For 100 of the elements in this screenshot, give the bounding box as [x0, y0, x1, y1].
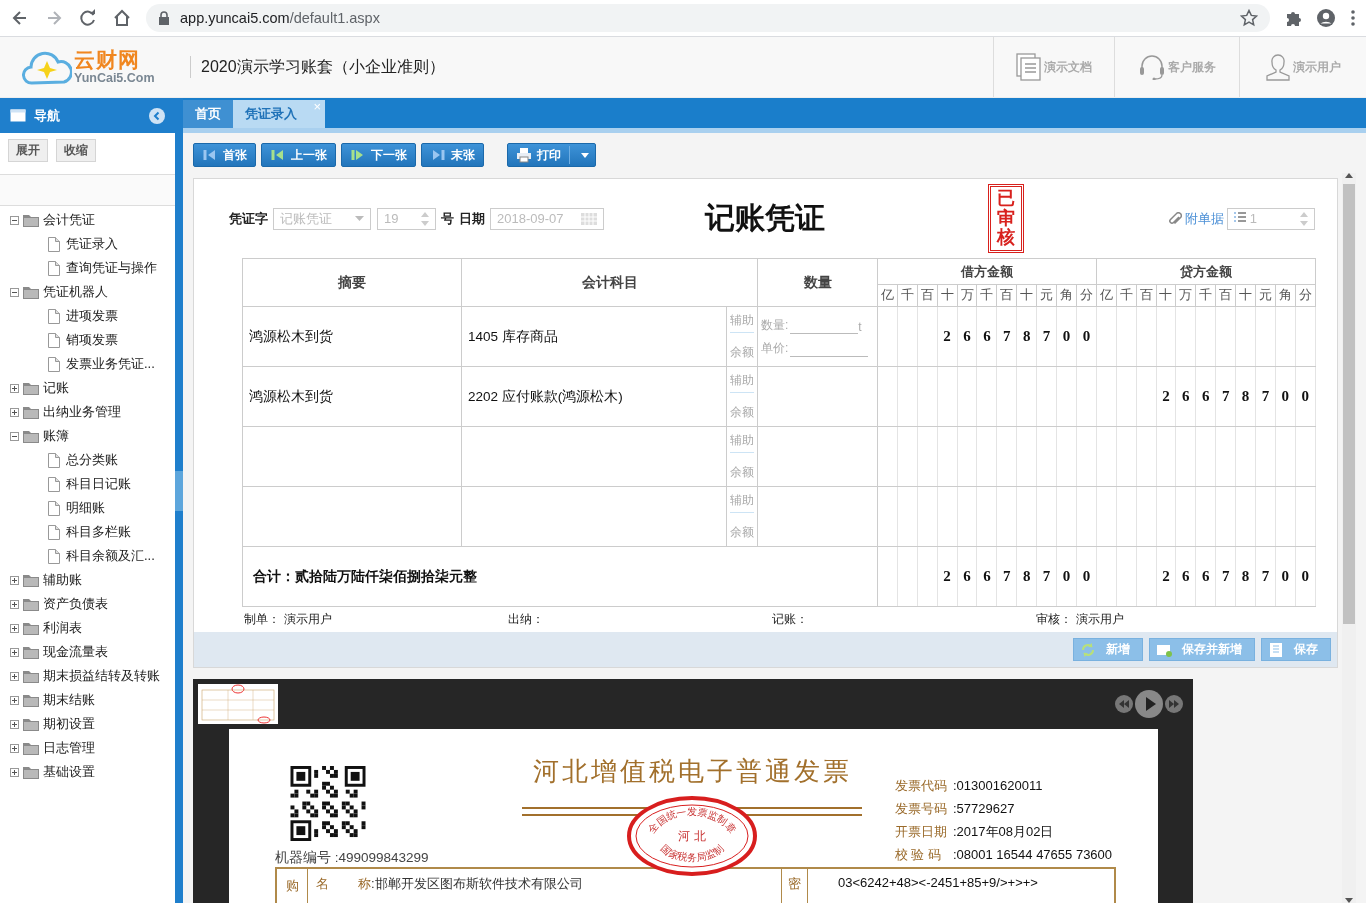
- tree-item[interactable]: 记账: [43, 379, 69, 397]
- tree-item[interactable]: 科目余额及汇...: [66, 547, 155, 565]
- amount-digit: 2: [1156, 366, 1176, 427]
- page-icon: [48, 548, 60, 564]
- page-icon: [48, 236, 60, 252]
- splitter-handle[interactable]: [175, 470, 183, 511]
- calendar-icon: [581, 212, 597, 225]
- tree-item[interactable]: 明细账: [66, 499, 105, 517]
- buyer-side-label: 购: [277, 869, 308, 903]
- tree-item[interactable]: 期初设置: [43, 715, 95, 733]
- invoice-field-value: :2017年08月02日: [953, 822, 1054, 841]
- toolbar-button[interactable]: 上一张: [261, 143, 336, 167]
- expand-node-icon[interactable]: [10, 647, 19, 657]
- expand-node-icon[interactable]: [10, 671, 19, 681]
- collapse-node-icon[interactable]: [10, 431, 19, 441]
- invoice-field-label: 发票代码: [895, 776, 948, 795]
- tree-item[interactable]: 利润表: [43, 619, 82, 637]
- signature-label: 出纳：: [508, 612, 544, 626]
- account-title: 2020演示学习账套（小企业准则）: [201, 56, 445, 77]
- profile-icon[interactable]: [1316, 8, 1336, 28]
- home-icon[interactable]: [112, 8, 132, 28]
- invoice-field-label: 校 验 码: [895, 845, 942, 864]
- tree-item[interactable]: 日志管理: [43, 739, 95, 757]
- folder-icon: [23, 573, 39, 587]
- amount-digit: 0: [1076, 306, 1097, 367]
- play-icon[interactable]: [1135, 690, 1163, 718]
- folder-icon: [23, 429, 39, 443]
- toolbar-button[interactable]: 下一张: [341, 143, 416, 167]
- tree-item[interactable]: 辅助账: [43, 571, 82, 589]
- reload-icon[interactable]: [78, 8, 98, 28]
- toolbar-button[interactable]: 首张: [193, 143, 256, 167]
- tree-item[interactable]: 基础设置: [43, 763, 95, 781]
- tree-item[interactable]: 进项发票: [66, 307, 118, 325]
- tree-item[interactable]: 出纳业务管理: [43, 403, 121, 421]
- expand-node-icon[interactable]: [10, 695, 19, 705]
- amount-digit: 8: [1016, 306, 1037, 367]
- unit-header: 分: [1295, 284, 1316, 307]
- scrollbar-thumb[interactable]: [1343, 184, 1355, 624]
- page-icon: [48, 476, 60, 492]
- tree-item[interactable]: 科目多栏账: [66, 523, 131, 541]
- expand-node-icon[interactable]: [10, 599, 19, 609]
- invoice-thumbnail[interactable]: [198, 684, 278, 724]
- tree-toggle-button[interactable]: 展开: [8, 139, 48, 162]
- extensions-icon[interactable]: [1284, 9, 1302, 27]
- unit-header: 百: [917, 284, 938, 307]
- unit-header: 十: [1016, 284, 1037, 307]
- tree-item[interactable]: 期末损益结转及转账: [43, 667, 160, 685]
- account-cell[interactable]: 1405 库存商品: [461, 306, 727, 367]
- expand-node-icon[interactable]: [10, 623, 19, 633]
- expand-node-icon[interactable]: [10, 767, 19, 777]
- account-cell[interactable]: 2202 应付账款(鸿源松木): [461, 366, 727, 427]
- rewind-icon[interactable]: [1115, 695, 1133, 713]
- tree-item[interactable]: 查询凭证与操作: [66, 259, 157, 277]
- address-bar[interactable]: app.yuncai5.com/default1.aspx: [146, 4, 1270, 32]
- expand-node-icon[interactable]: [10, 575, 19, 585]
- tree-item[interactable]: 资产负债表: [43, 595, 108, 613]
- amount-digit: 6: [1195, 546, 1216, 607]
- tree-item[interactable]: 会计凭证: [43, 211, 95, 229]
- toolbar-button[interactable]: 末张: [421, 143, 484, 167]
- tree-item[interactable]: 账簿: [43, 427, 69, 445]
- attachment-link[interactable]: 附单据: [1185, 209, 1224, 228]
- collapse-node-icon[interactable]: [10, 287, 19, 297]
- tree-item[interactable]: 销项发票: [66, 331, 118, 349]
- expand-node-icon[interactable]: [10, 743, 19, 753]
- summary-cell[interactable]: 鸿源松木到货: [242, 366, 462, 427]
- tab[interactable]: 凭证录入 ×: [233, 100, 325, 128]
- tree-item[interactable]: 凭证录入: [66, 235, 118, 253]
- collapse-sidebar-icon[interactable]: [149, 107, 165, 124]
- unit-header: 亿: [877, 284, 898, 307]
- folder-icon: [23, 669, 39, 683]
- last-icon: [430, 147, 446, 163]
- scroll-up-icon[interactable]: [1345, 173, 1353, 178]
- headset-icon: [1138, 54, 1166, 80]
- amount-digit: 0: [1295, 546, 1316, 607]
- amount-digit: 2: [937, 546, 958, 607]
- tree-toggle-button[interactable]: 收缩: [56, 139, 96, 162]
- tree-item[interactable]: 期末结账: [43, 691, 95, 709]
- paperclip-icon: [1168, 211, 1182, 226]
- expand-node-icon[interactable]: [10, 383, 19, 393]
- unit-header: 千: [1195, 284, 1216, 307]
- tree-item[interactable]: 现金流量表: [43, 643, 108, 661]
- buyer-name: :邯郸开发区图布斯软件技术有限公司: [370, 875, 583, 893]
- scroll-down-icon[interactable]: [1345, 898, 1353, 903]
- star-icon[interactable]: [1240, 9, 1258, 27]
- collapse-node-icon[interactable]: [10, 215, 19, 225]
- tree-item[interactable]: 总分类账: [66, 451, 118, 469]
- folder-icon: [23, 285, 39, 299]
- print-button[interactable]: 打印: [507, 143, 596, 167]
- tree-item[interactable]: 凭证机器人: [43, 283, 108, 301]
- tree-item[interactable]: 发票业务凭证...: [66, 355, 155, 373]
- amount-digit: 7: [996, 546, 1017, 607]
- summary-cell[interactable]: 鸿源松木到货: [242, 306, 462, 367]
- fast-forward-icon[interactable]: [1165, 695, 1183, 713]
- amount-digit: 2: [937, 306, 958, 367]
- unit-header: 元: [1036, 284, 1057, 307]
- more-icon[interactable]: [1350, 9, 1356, 27]
- amount-digit: 0: [1076, 546, 1097, 607]
- expand-node-icon[interactable]: [10, 719, 19, 729]
- expand-node-icon[interactable]: [10, 407, 19, 417]
- tree-item[interactable]: 科目日记账: [66, 475, 131, 493]
